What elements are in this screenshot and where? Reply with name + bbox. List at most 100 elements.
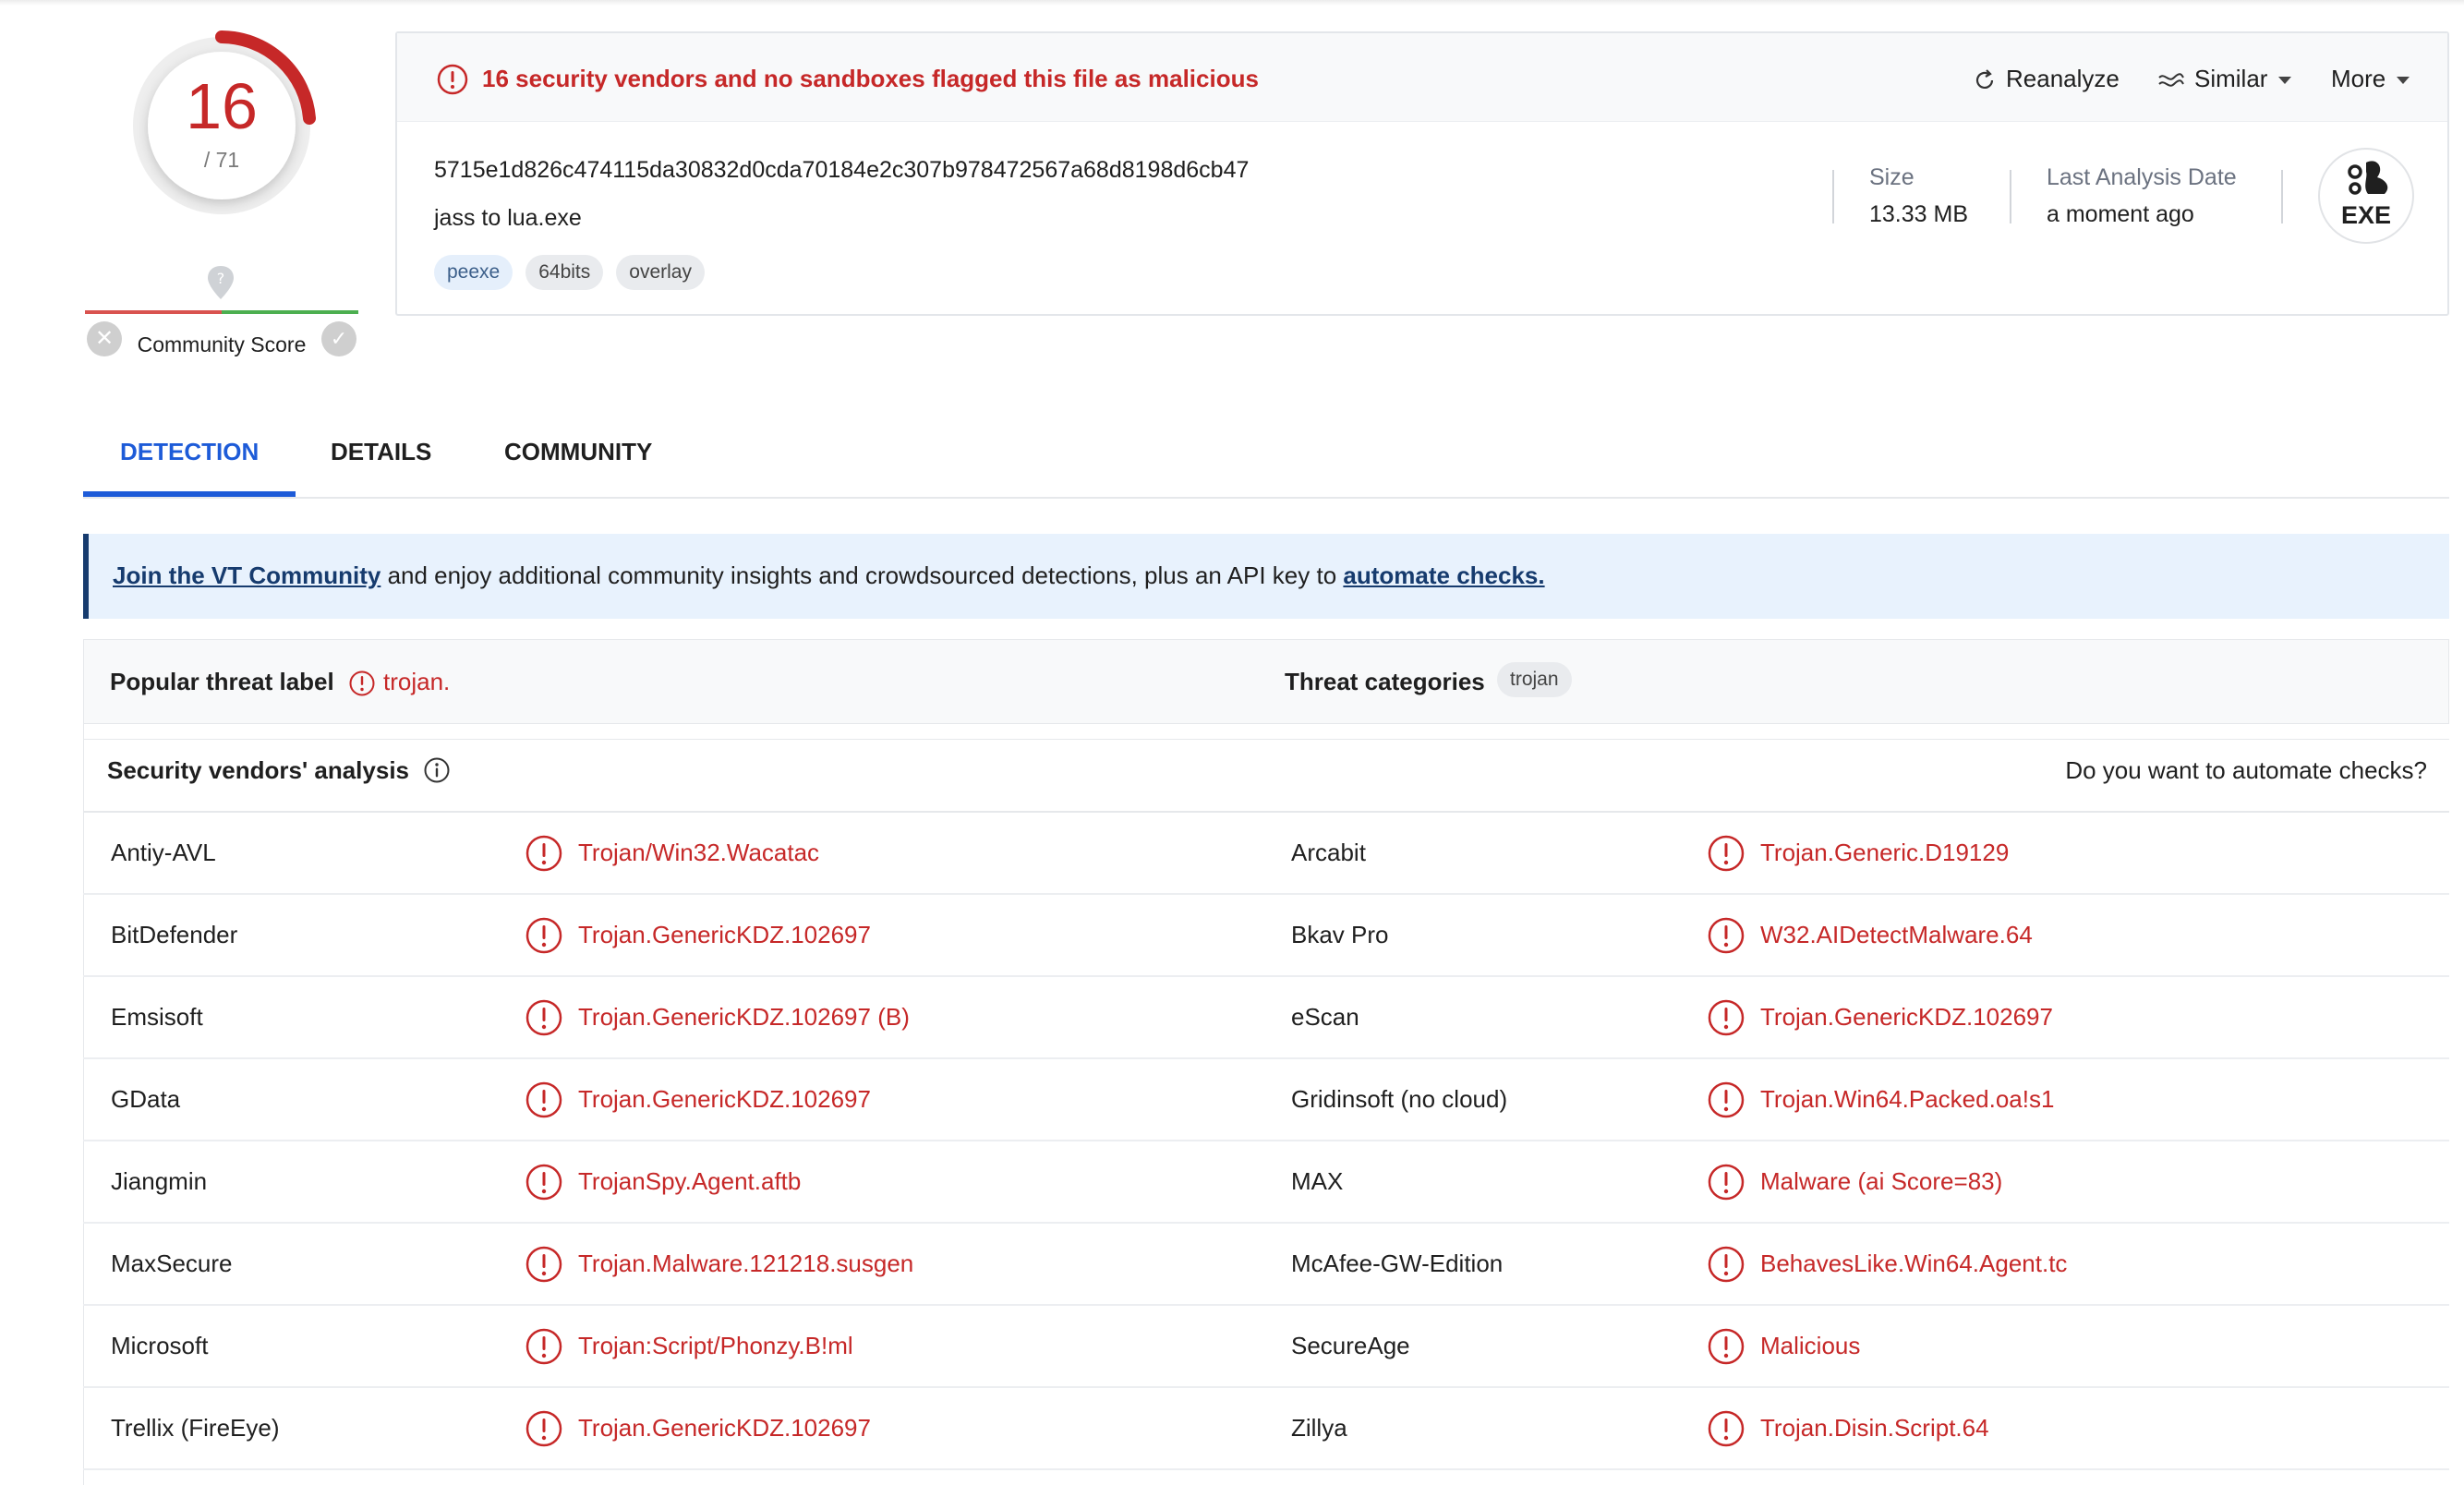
vendor-name: Trellix (FireEye) bbox=[111, 1414, 280, 1442]
vendor-name: Zillya bbox=[1291, 1414, 1347, 1442]
gear-icon bbox=[2348, 161, 2388, 195]
tab-details[interactable]: DETAILS bbox=[331, 438, 431, 466]
vendor-result: Trojan/Win32.Wacatac bbox=[578, 839, 820, 866]
table-row: BitDefender Trojan.GenericKDZ.102697 Bkav … bbox=[83, 895, 2449, 977]
more-dropdown[interactable]: More bbox=[2331, 65, 2410, 93]
alert-exclamation-icon bbox=[525, 1164, 562, 1201]
vendor-result: Trojan.GenericKDZ.102697 bbox=[578, 1414, 871, 1442]
vendor-result: Trojan.GenericKDZ.102697 bbox=[578, 921, 871, 948]
community-score-pin-icon: ? bbox=[208, 266, 234, 299]
file-tags: peexe 64bits overlay bbox=[434, 255, 705, 290]
alert-exclamation-icon bbox=[525, 1246, 562, 1283]
meta-divider bbox=[2281, 170, 2283, 223]
vendor-name: BitDefender bbox=[111, 921, 238, 948]
file-tag[interactable]: 64bits bbox=[525, 255, 604, 290]
chevron-down-icon bbox=[2278, 77, 2292, 85]
community-score-negative-bar bbox=[85, 310, 222, 314]
community-score-label: Community Score bbox=[137, 332, 307, 356]
popular-threat-label-title: Popular threat label bbox=[110, 668, 334, 695]
refresh-icon bbox=[1975, 69, 1994, 90]
threat-label-row: Popular threat label trojan. Threat cate… bbox=[83, 639, 2449, 724]
table-row: Jiangmin TrojanSpy.Agent.aftb MAX Malware (… bbox=[83, 1141, 2449, 1224]
vendor-name: Bkav Pro bbox=[1291, 921, 1389, 948]
vendor-result: Trojan.Disin.Script.64 bbox=[1760, 1414, 1989, 1442]
table-row: Trellix (FireEye) Trojan.GenericKDZ.10269… bbox=[83, 1388, 2449, 1470]
info-icon[interactable] bbox=[423, 756, 451, 784]
tab-community[interactable]: COMMUNITY bbox=[504, 438, 652, 466]
security-vendors-header: Security vendors' analysis Do you want t… bbox=[83, 739, 2449, 813]
top-shadow bbox=[0, 0, 2464, 6]
file-tag[interactable]: overlay bbox=[616, 255, 705, 290]
vendor-result: Malicious bbox=[1760, 1332, 1861, 1359]
vendor-result: Trojan.GenericKDZ.102697 (B) bbox=[578, 1003, 910, 1031]
alert-exclamation-icon bbox=[525, 917, 562, 954]
vendor-result: Trojan.Malware.121218.susgen bbox=[578, 1250, 914, 1277]
alert-exclamation-icon bbox=[349, 670, 375, 696]
reanalyze-label: Reanalyze bbox=[2006, 65, 2120, 92]
vendor-name: McAfee-GW-Edition bbox=[1291, 1250, 1504, 1277]
vendor-result: BehavesLike.Win64.Agent.tc bbox=[1760, 1250, 2068, 1277]
meta-divider bbox=[2010, 170, 2011, 223]
vendor-name: Arcabit bbox=[1291, 839, 1366, 866]
svg-text:?: ? bbox=[217, 270, 225, 287]
vendor-name: Gridinsoft (no cloud) bbox=[1291, 1085, 1508, 1113]
community-banner: Join the VT Community and enjoy addition… bbox=[83, 534, 2449, 619]
vendor-results-table: Antiy-AVL Trojan/Win32.Wacatac Arcabit Troj… bbox=[83, 813, 2449, 1470]
table-row: GData Trojan.GenericKDZ.102697 Gridinsoft … bbox=[83, 1059, 2449, 1141]
malicious-alert-text: 16 security vendors and no sandboxes fla… bbox=[482, 65, 1259, 92]
threat-category-tag[interactable]: trojan bbox=[1497, 662, 1572, 697]
automate-checks-link[interactable]: automate checks. bbox=[1343, 561, 1544, 589]
file-tag[interactable]: peexe bbox=[434, 255, 513, 290]
detection-total: / 71 bbox=[203, 148, 240, 172]
more-label: More bbox=[2331, 65, 2386, 92]
table-row: MaxSecure Trojan.Malware.121218.susgen McA… bbox=[83, 1224, 2449, 1306]
vendor-name: GData bbox=[111, 1085, 181, 1113]
community-score-positive-bar bbox=[222, 310, 358, 314]
vendor-name: eScan bbox=[1291, 1003, 1359, 1031]
alert-exclamation-icon bbox=[1708, 1081, 1745, 1118]
detection-score-ring: 16 / 71 bbox=[126, 30, 318, 222]
table-row: Microsoft Trojan:Script/Phonzy.B!ml Secure… bbox=[83, 1306, 2449, 1388]
vote-harmless-check-icon[interactable]: ✓ bbox=[321, 321, 356, 356]
alert-exclamation-icon bbox=[1708, 835, 1745, 872]
file-info-card: 16 security vendors and no sandboxes fla… bbox=[395, 31, 2449, 316]
reanalyze-button[interactable]: Reanalyze bbox=[1973, 65, 2120, 93]
vendor-name: SecureAge bbox=[1291, 1332, 1410, 1359]
vendor-name: Antiy-AVL bbox=[111, 839, 216, 866]
alert-exclamation-icon bbox=[1708, 1410, 1745, 1447]
security-vendors-title: Security vendors' analysis bbox=[107, 756, 410, 784]
similar-label: Similar bbox=[2194, 65, 2268, 92]
tab-detection[interactable]: DETECTION bbox=[120, 438, 259, 466]
file-name: jass to lua.exe bbox=[434, 205, 582, 231]
vendor-name: Emsisoft bbox=[111, 1003, 203, 1031]
banner-text: Join the VT Community and enjoy addition… bbox=[113, 561, 1545, 590]
alert-exclamation-icon bbox=[1708, 999, 1745, 1036]
automate-checks-prompt[interactable]: Do you want to automate checks? bbox=[2065, 756, 2427, 785]
file-hash[interactable]: 5715e1d826c474115da30832d0cda70184e2c307… bbox=[434, 157, 1249, 184]
active-tab-indicator bbox=[83, 491, 296, 497]
vendor-result: W32.AIDetectMalware.64 bbox=[1760, 921, 2033, 948]
vendor-name: Jiangmin bbox=[111, 1167, 208, 1195]
last-analysis-date-value: a moment ago bbox=[2047, 201, 2194, 227]
size-label: Size bbox=[1869, 164, 1914, 190]
vote-malicious-close-icon[interactable]: ✕ bbox=[87, 321, 122, 356]
vendor-result: Trojan.Generic.D19129 bbox=[1760, 839, 2010, 866]
vendor-result: Trojan.GenericKDZ.102697 bbox=[578, 1085, 871, 1113]
vendor-result: Malware (ai Score=83) bbox=[1760, 1167, 2003, 1195]
vendor-result: Trojan:Script/Phonzy.B!ml bbox=[578, 1332, 853, 1359]
banner-message: and enjoy additional community insights … bbox=[380, 561, 1344, 589]
meta-divider bbox=[1832, 170, 1834, 223]
alert-exclamation-icon bbox=[1708, 917, 1745, 954]
alert-exclamation-icon bbox=[525, 1328, 562, 1365]
similar-dropdown[interactable]: Similar bbox=[2157, 65, 2292, 93]
table-row: Emsisoft Trojan.GenericKDZ.102697 (B) eSca… bbox=[83, 977, 2449, 1059]
file-type-label: EXE bbox=[2340, 201, 2392, 229]
alert-exclamation-icon bbox=[525, 1081, 562, 1118]
vendor-name: Microsoft bbox=[111, 1332, 209, 1359]
popular-threat-label-value[interactable]: trojan. bbox=[383, 668, 450, 696]
last-analysis-date-label: Last Analysis Date bbox=[2047, 164, 2237, 190]
alert-exclamation-icon bbox=[525, 999, 562, 1036]
table-row: Antiy-AVL Trojan/Win32.Wacatac Arcabit Troj… bbox=[83, 813, 2449, 895]
join-community-link[interactable]: Join the VT Community bbox=[113, 561, 380, 589]
vendor-result: Trojan.Win64.Packed.oa!s1 bbox=[1760, 1085, 2055, 1113]
